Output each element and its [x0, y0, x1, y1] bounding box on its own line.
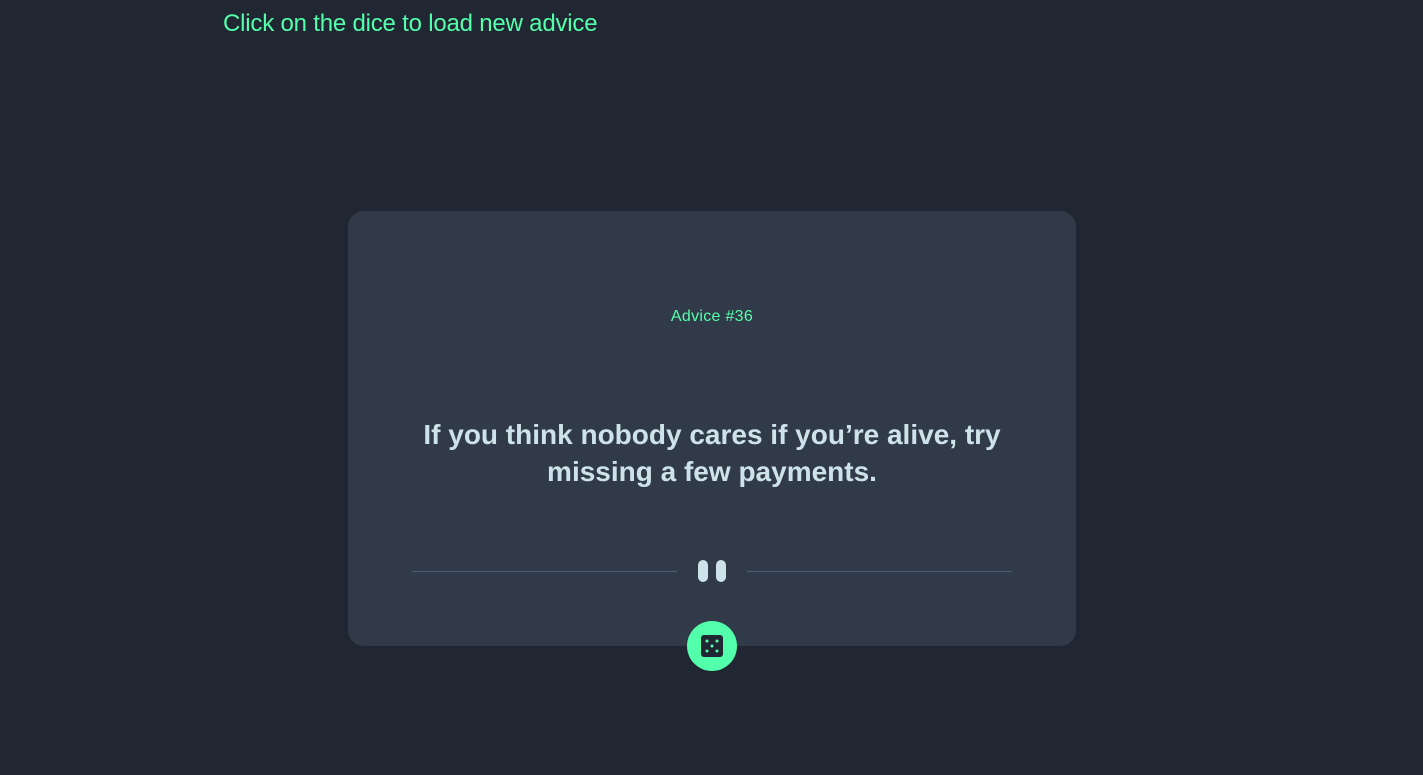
pause-icon [698, 560, 726, 582]
dice-hint-text: Click on the dice to load new advice [223, 10, 598, 37]
divider-line-left [412, 571, 677, 572]
pause-bar-left [698, 560, 708, 582]
advice-id: Advice #36 [670, 308, 754, 325]
divider-line-right [747, 571, 1012, 572]
pause-bar-right [716, 560, 726, 582]
dice-icon [701, 635, 723, 657]
advice-card: Advice #36 If you think nobody cares if … [348, 211, 1076, 646]
divider [412, 559, 1012, 583]
advice-quote: If you think nobody cares if you’re aliv… [423, 419, 1001, 487]
dice-button[interactable] [687, 621, 737, 671]
